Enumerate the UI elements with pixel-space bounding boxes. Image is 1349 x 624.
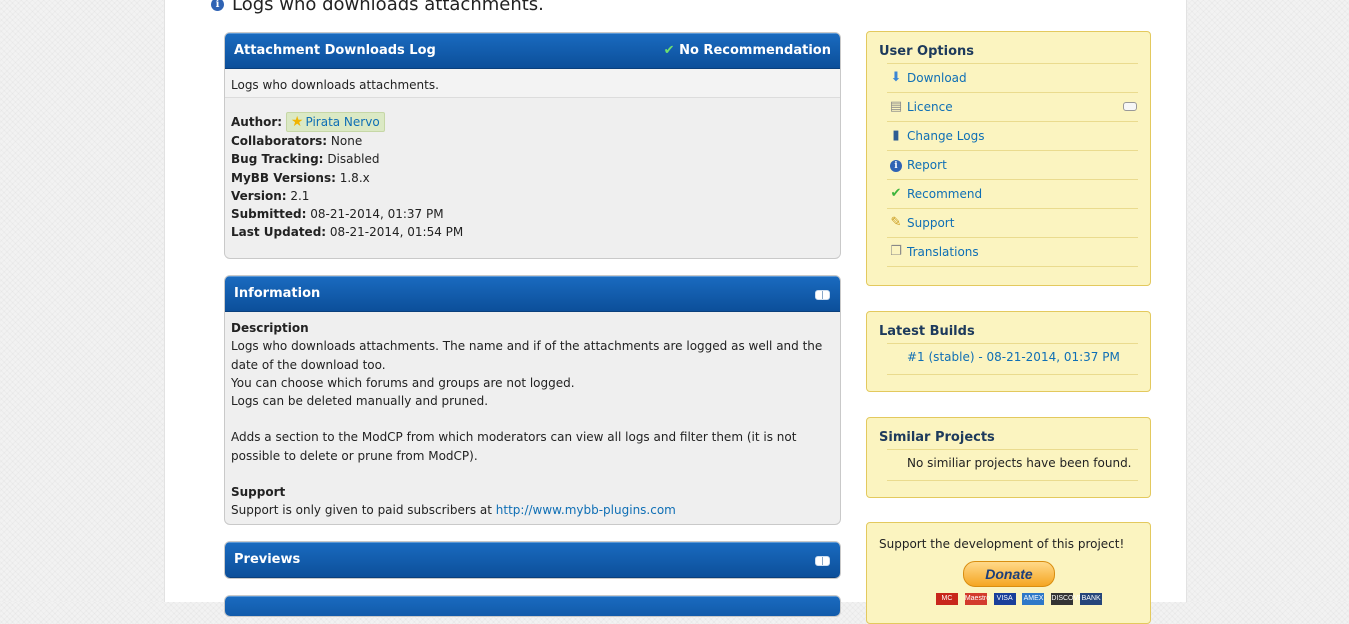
- donate-button[interactable]: Donate: [963, 561, 1055, 587]
- meta-value: 08-21-2014, 01:37 PM: [310, 207, 444, 222]
- support-text: Support is only given to paid subscriber…: [231, 501, 834, 519]
- information-title: Information: [234, 286, 321, 301]
- information-box: Information Description Logs who downloa…: [224, 275, 841, 525]
- meta-label: Last Updated:: [231, 225, 327, 240]
- option-label[interactable]: Support: [907, 216, 954, 230]
- page-container: i Logs who downloads attachments. Attachm…: [164, 0, 1187, 624]
- meta-author: Author: ★ Pirata Nervo: [231, 112, 834, 132]
- page-title-text: Logs who downloads attachments.: [232, 0, 544, 15]
- previews-box: Previews: [224, 541, 841, 579]
- description-line: Logs who downloads attachments. The name…: [231, 339, 823, 372]
- next-box: [224, 595, 841, 617]
- project-title: Attachment Downloads Log: [234, 43, 436, 58]
- project-short-description: Logs who downloads attachments.: [225, 69, 840, 98]
- amex-icon: AMEX: [1022, 593, 1045, 605]
- similar-projects-panel: Similar Projects No similiar projects ha…: [866, 417, 1151, 498]
- next-box-header: [225, 596, 840, 616]
- copy-pages-icon: ❐: [890, 244, 902, 259]
- meta-label: Bug Tracking:: [231, 152, 324, 167]
- option-translations[interactable]: ❐ Translations: [887, 237, 1138, 267]
- project-meta: Author: ★ Pirata Nervo Collaborators: Non…: [225, 98, 840, 250]
- recommendation-status: ✔ No Recommendation: [664, 33, 831, 68]
- checkmark-icon: ✔: [663, 43, 675, 58]
- option-label[interactable]: Licence: [907, 100, 953, 114]
- info-icon: i: [888, 151, 904, 179]
- description-line: Adds a section to the ModCP from which m…: [231, 430, 797, 463]
- visa-icon: VISA: [993, 593, 1016, 605]
- document-icon: ▤: [889, 99, 903, 114]
- book-icon: ▮: [892, 128, 900, 143]
- option-change-logs[interactable]: ▮ Change Logs: [887, 121, 1138, 150]
- maestro-icon: Maestro: [964, 593, 990, 605]
- meta-last-updated: Last Updated: 08-21-2014, 01:54 PM: [231, 223, 834, 241]
- checkmark-icon: ✔: [890, 186, 902, 201]
- meta-label: Submitted:: [231, 207, 307, 222]
- meta-value: 1.8.x: [339, 170, 370, 185]
- description-heading: Description: [231, 321, 309, 335]
- option-licence[interactable]: ▤ Licence: [887, 92, 1138, 121]
- donate-text: Support the development of this project!: [879, 537, 1125, 551]
- meta-collaborators: Collaborators: None: [231, 132, 834, 150]
- project-box: Attachment Downloads Log ✔ No Recommenda…: [224, 32, 841, 259]
- similar-projects-title: Similar Projects: [879, 430, 995, 445]
- option-label[interactable]: Download: [907, 71, 967, 85]
- option-recommend[interactable]: ✔ Recommend: [887, 179, 1138, 208]
- bank-icon: BANK: [1080, 593, 1103, 605]
- download-arrow-icon: ⬇: [890, 70, 902, 85]
- meta-label: MyBB Versions:: [231, 170, 336, 185]
- meta-bug-tracking: Bug Tracking: Disabled: [231, 150, 834, 168]
- option-report[interactable]: i Report: [887, 150, 1138, 179]
- previews-header: Previews: [225, 542, 840, 578]
- collapse-toggle-icon[interactable]: [815, 290, 830, 300]
- option-label[interactable]: Recommend: [907, 187, 982, 201]
- project-box-header: Attachment Downloads Log ✔ No Recommenda…: [225, 33, 840, 69]
- info-icon: i: [211, 0, 224, 11]
- latest-builds-panel: Latest Builds #1 (stable) - 08-21-2014, …: [866, 311, 1151, 392]
- meta-label: Version:: [231, 188, 287, 203]
- option-label[interactable]: Report: [907, 158, 947, 172]
- recommendation-label: No Recommendation: [679, 43, 831, 58]
- meta-version: Version: 2.1: [231, 187, 834, 205]
- description-line: You can choose which forums and groups a…: [231, 375, 575, 390]
- page-title: i Logs who downloads attachments.: [211, 0, 544, 15]
- option-support[interactable]: ✎ Support: [887, 208, 1138, 237]
- meta-label: Author:: [231, 115, 283, 129]
- meta-value: 2.1: [290, 188, 310, 203]
- meta-value: 08-21-2014, 01:54 PM: [329, 225, 464, 240]
- support-text-prefix: Support is only given to paid subscriber…: [231, 503, 496, 518]
- donate-panel: Support the development of this project!…: [866, 522, 1151, 624]
- pencil-icon: ✎: [890, 215, 902, 230]
- meta-submitted: Submitted: 08-21-2014, 01:37 PM: [231, 205, 834, 223]
- user-options-title: User Options: [879, 44, 974, 59]
- option-label[interactable]: Translations: [907, 245, 979, 259]
- author-badge[interactable]: ★ Pirata Nervo: [285, 112, 385, 132]
- mastercard-icon: MC: [936, 593, 958, 605]
- author-link[interactable]: Pirata Nervo: [305, 115, 379, 129]
- discover-icon: DISCOVER: [1051, 593, 1088, 605]
- information-header: Information: [225, 276, 840, 312]
- build-item: #1 (stable) - 08-21-2014, 01:37 PM: [887, 343, 1138, 375]
- star-icon: ★: [290, 114, 304, 130]
- meta-mybb-versions: MyBB Versions: 1.8.x: [231, 169, 834, 187]
- meta-label: Collaborators:: [231, 134, 328, 148]
- information-body: Description Logs who downloads attachmen…: [225, 312, 840, 524]
- build-link[interactable]: #1 (stable) - 08-21-2014, 01:37 PM: [907, 350, 1120, 364]
- expand-toggle-icon[interactable]: [1123, 102, 1137, 111]
- option-label[interactable]: Change Logs: [907, 129, 984, 143]
- support-heading: Support: [231, 485, 286, 500]
- similar-projects-empty: No similiar projects have been found.: [887, 449, 1138, 481]
- latest-builds-title: Latest Builds: [879, 324, 975, 339]
- description-line: Logs can be deleted manually and pruned.: [231, 394, 489, 409]
- user-options-panel: User Options ⬇ Download ▤ Licence ▮ Change …: [866, 31, 1151, 286]
- user-options-list: ⬇ Download ▤ Licence ▮ Change Logs i Report …: [887, 63, 1138, 267]
- meta-value: Disabled: [327, 152, 380, 167]
- previews-title: Previews: [234, 552, 301, 567]
- option-download[interactable]: ⬇ Download: [887, 63, 1138, 92]
- collapse-toggle-icon[interactable]: [815, 556, 830, 566]
- support-link[interactable]: http://www.mybb-plugins.com: [496, 503, 676, 517]
- meta-value: None: [330, 134, 363, 148]
- payment-cards: MC Maestro VISA AMEX DISCOVER BANK: [936, 593, 1105, 605]
